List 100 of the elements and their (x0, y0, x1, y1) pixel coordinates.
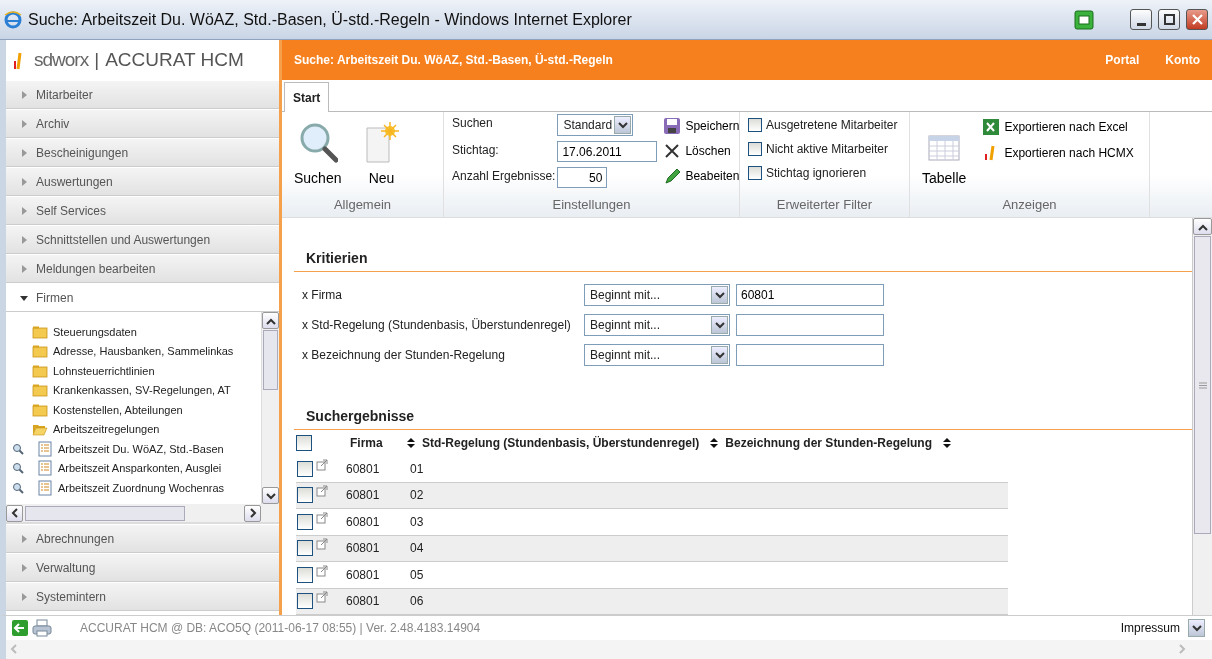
logo-separator: | (94, 47, 100, 72)
filter-checkbox[interactable]: Ausgetretene Mitarbeiter (748, 116, 901, 134)
search-icon[interactable] (12, 442, 24, 455)
tree-item[interactable]: Arbeitszeit Ansparkonten, Ausglei (58, 460, 222, 477)
export-button[interactable]: Exportieren nach HCMX (982, 144, 1134, 162)
group-caption: Anzeigen (1001, 196, 1058, 214)
tree-item[interactable]: Arbeitszeitregelungen (53, 421, 160, 438)
search-button[interactable]: Suchen (290, 116, 346, 191)
select-all-checkbox[interactable] (296, 435, 312, 451)
triangle-icon (20, 177, 28, 186)
tree-item[interactable]: Adresse, Hausbanken, Sammelinkas (53, 343, 234, 360)
ribbon-tab[interactable]: Start (284, 82, 330, 112)
spreadsheet-icon (982, 118, 1001, 136)
sort-icon[interactable] (942, 437, 953, 449)
open-record-icon[interactable] (316, 485, 328, 498)
product-name: ACCURAT HCM (105, 47, 244, 72)
operator-select[interactable]: Beginnt mit... (584, 314, 730, 336)
delete-button[interactable]: Löschen (663, 142, 740, 160)
result-count-field[interactable]: 50 (557, 167, 608, 188)
arrow-right-icon[interactable] (248, 508, 257, 518)
sidebar-section[interactable]: Archiv (6, 109, 279, 138)
sidebar-section[interactable]: Verwaltung (6, 553, 279, 582)
sidebar-section[interactable]: Systemintern (6, 582, 279, 611)
triangle-icon (20, 206, 28, 215)
export-button[interactable]: Exportieren nach Excel (982, 118, 1134, 136)
sidebar-section[interactable]: Auswertungen (6, 167, 279, 196)
column-header[interactable]: Firma (350, 434, 406, 452)
sidebar-section[interactable]: Abrechnungen (6, 524, 279, 553)
tree-item[interactable]: Krankenkassen, SV-Regelungen, AT (53, 382, 231, 399)
sort-icon[interactable] (406, 437, 416, 449)
window-title: Suche: Arbeitszeit Du. WöAZ, Std.-Basen, Ü-std.-Regeln - Windows Internet Explorer (28, 9, 633, 30)
table-cell-text: 60801 (346, 593, 381, 611)
sidebar-section[interactable]: Bescheinigungen (6, 138, 279, 167)
row-checkbox[interactable] (297, 593, 313, 610)
tree-item[interactable]: Kostenstellen, Abteilungen (53, 401, 183, 418)
operator-select[interactable]: Beginnt mit... (584, 344, 730, 366)
horizontal-scrollbar[interactable] (6, 504, 279, 522)
arrow-up-icon[interactable] (1197, 222, 1208, 231)
triangle-icon (20, 90, 28, 99)
table-view-button[interactable]: Tabelle (918, 116, 971, 191)
sidebar-section[interactable]: Self Services (6, 196, 279, 225)
document-icon (38, 460, 52, 477)
criterion-input[interactable] (736, 344, 884, 366)
criterion-input[interactable] (736, 314, 884, 336)
table-cell-text: 01 (410, 460, 424, 478)
date-field[interactable]: 17.06.2011 (557, 141, 658, 162)
sort-icon[interactable] (709, 437, 720, 449)
operator-select[interactable]: Beginnt mit... (584, 284, 730, 306)
triangle-icon (20, 563, 28, 572)
column-header[interactable]: Bezeichnung der Stunden-Regelung (725, 434, 933, 452)
open-record-icon[interactable] (316, 511, 328, 524)
sidebar-section[interactable]: Schnittstellen und Auswertungen (6, 225, 279, 254)
column-header[interactable]: Std-Regelung (Stundenbasis, Überstundenregel) (422, 434, 700, 452)
row-checkbox[interactable] (297, 487, 313, 504)
tree-item[interactable]: Steuerungsdaten (53, 323, 137, 340)
arrow-down-icon[interactable] (265, 491, 276, 500)
table-cell-text: 60801 (346, 513, 381, 531)
open-record-icon[interactable] (316, 458, 328, 471)
arrow-left-icon[interactable] (10, 508, 19, 518)
minimize-button[interactable] (1130, 9, 1152, 30)
vertical-scrollbar[interactable] (261, 312, 279, 504)
close-button[interactable] (1186, 9, 1208, 30)
impressum-link[interactable]: Impressum (1120, 619, 1180, 637)
triangle-icon (20, 119, 28, 128)
sidebar-section[interactable]: Mitarbeiter (6, 80, 279, 109)
new-button[interactable]: Neu (357, 116, 406, 191)
row-checkbox[interactable] (297, 540, 313, 557)
criterion-label: x Firma (302, 287, 343, 304)
filter-checkbox[interactable]: Stichtag ignorieren (748, 164, 901, 182)
open-record-icon[interactable] (316, 591, 328, 604)
search-icon[interactable] (12, 462, 24, 475)
criterion-input[interactable]: 60801 (736, 284, 884, 306)
tree-item[interactable]: Lohnsteuerrichtlinien (53, 362, 155, 379)
search-mode-select[interactable]: Standard (557, 114, 634, 136)
row-checkbox[interactable] (297, 460, 313, 477)
field-label: Anzahl Ergebnisse: (452, 168, 556, 185)
back-arrow-icon[interactable] (12, 620, 28, 636)
sidebar-section[interactable]: Meldungen bearbeiten (6, 254, 279, 283)
row-checkbox[interactable] (297, 566, 313, 583)
open-record-icon[interactable] (316, 538, 328, 551)
dropdown-button[interactable] (1188, 619, 1205, 637)
tree-item[interactable]: Arbeitszeit Zuordnung Wochenras (58, 479, 225, 496)
table-cell-text: 06 (410, 593, 424, 611)
save-button[interactable]: Speichern (663, 117, 740, 135)
field-label: Suchen (452, 115, 494, 132)
maximize-button[interactable] (1158, 9, 1180, 30)
maximize-icon (1161, 12, 1177, 27)
filter-checkbox[interactable]: Nicht aktive Mitarbeiter (748, 140, 901, 158)
tree-item[interactable]: Arbeitszeit Du. WöAZ, Std.-Basen (58, 440, 224, 457)
section-title: Suchergebnisse (294, 406, 1192, 430)
triangle-icon (20, 235, 28, 244)
search-icon[interactable] (12, 481, 24, 494)
status-text: ACCURAT HCM @ DB: ACO5Q (2011-06-17 08:55) | Ver. 2.48.4183.14904 (80, 620, 481, 637)
edit-button[interactable]: Beabeiten (663, 167, 740, 185)
arrow-up-icon[interactable] (265, 316, 276, 325)
triangle-icon (20, 534, 28, 543)
row-checkbox[interactable] (297, 513, 313, 530)
open-record-icon[interactable] (316, 564, 328, 577)
page-scrollbar[interactable] (1192, 218, 1212, 615)
field-label: Stichtag: (452, 142, 500, 159)
